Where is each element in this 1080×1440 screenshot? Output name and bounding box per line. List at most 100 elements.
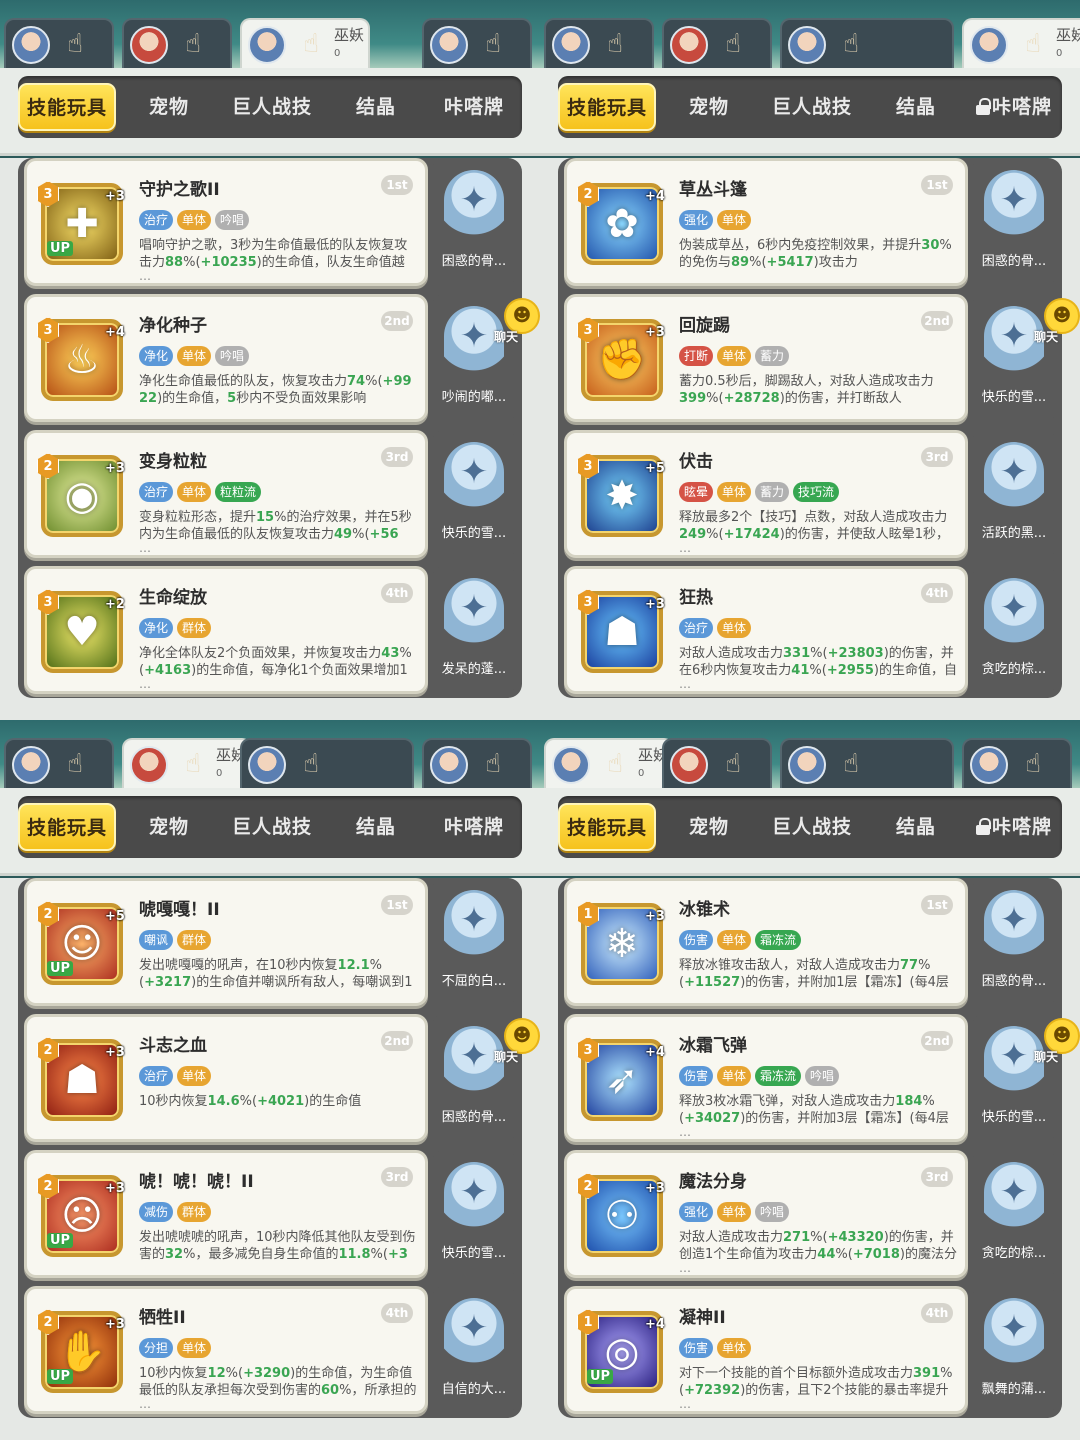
skill-card[interactable]: ◉ 2 +3 变身粒粒 3rd 治疗 单体 粒粒流 变身粒粒形态，提升15%的治疗效果，并在5秒… — [24, 430, 428, 558]
skill-plus-badge: +3 — [105, 1045, 125, 1060]
tab-0[interactable]: 技能玩具 — [558, 83, 656, 131]
chat-button[interactable]: ☻ 聊天 — [486, 298, 540, 348]
skill-card[interactable]: ✿ 2 +4 草丛斗篷 1st 强化 单体 伪装成草丛，6秒内免疫控制效果，并提升30%的免伤… — [564, 158, 968, 286]
tab-1[interactable]: 宠物 — [668, 796, 750, 858]
pet-creature-icon: ✦ — [999, 900, 1029, 940]
hand-pointer-icon: ☝ — [67, 749, 83, 779]
pet-slot[interactable]: ✦ 快乐的雪... — [432, 1150, 516, 1278]
skill-card[interactable]: ♥ 3 +2 生命绽放 4th 净化 群体 净化全体队友2个负面效果，并恢复攻击力43%(+4… — [24, 566, 428, 694]
pet-portrait: ✦ — [984, 1298, 1044, 1370]
tab-1[interactable]: 宠物 — [668, 76, 750, 138]
hand-pointer-icon: ☝ — [843, 749, 859, 779]
pet-slot[interactable]: ✦ 飘舞的蒲... — [972, 1286, 1056, 1414]
chat-button[interactable]: ☻ 聊天 — [1026, 1018, 1080, 1068]
pet-slot[interactable]: ✦ 快乐的雪... — [432, 430, 516, 558]
skill-card[interactable]: ☺ 2 +5 UP 唬嘎嘎！II 1st 嘲讽 群体 发出唬嘎嘎的吼声，在10秒内恢复12.1%… — [24, 878, 428, 1006]
tab-label: 技能玩具 — [566, 97, 647, 119]
skill-card[interactable]: ☹ 2 +3 UP 唬！唬！唬！II 3rd 减伤 群体 发出唬唬唬的吼声，10秒内降低其他队友… — [24, 1150, 428, 1278]
skill-tag: 治疗 — [139, 1066, 174, 1086]
more-ellipsis: … — [139, 1397, 151, 1411]
hero-tab[interactable]: ☝ — [662, 18, 772, 68]
tab-4[interactable]: 咔嗒牌 — [426, 76, 522, 138]
tab-3[interactable]: 结晶 — [876, 796, 956, 858]
hero-selector: ☝ ☝ 巫妖 ∞ 0 ☝ ☝ — [4, 738, 536, 788]
tab-2[interactable]: 巨人战技 — [216, 796, 328, 858]
pet-slot[interactable]: ✦ 自信的大... — [432, 1286, 516, 1414]
tab-4[interactable]: 咔嗒牌 — [426, 796, 522, 858]
skill-card[interactable]: ✋ 2 +3 UP 牺牲II 4th 分担 单体 10秒内恢复12%(+3290)的生命值，为生… — [24, 1286, 428, 1414]
hero-tab[interactable]: ☝ — [422, 18, 532, 68]
skill-card[interactable]: ◎ 1 +4 UP 凝神II 4th 伤害 单体 对下一个技能的首个目标额外造成攻击力391%(… — [564, 1286, 968, 1414]
pet-name: 不屈的白... — [441, 974, 507, 989]
hero-badge: ∞ — [349, 30, 358, 41]
skill-card[interactable]: ⚇ 2 +3 魔法分身 3rd 强化 单体 吟唱 对敌人造成攻击力271%(+43320)的伤害… — [564, 1150, 968, 1278]
tab-3[interactable]: 结晶 — [336, 796, 416, 858]
chat-button[interactable]: ☻ 聊天 — [1026, 298, 1080, 348]
hero-tab[interactable]: ☝ 巫妖 ∞ 0 — [122, 738, 252, 788]
hero-avatar — [788, 26, 826, 64]
value-highlight: 271 — [783, 1230, 811, 1245]
hero-tab[interactable]: ☝ 巫妖 ∞ 0 — [962, 18, 1080, 68]
pet-slot[interactable]: ✦ 贪吃的棕... — [972, 566, 1056, 694]
tab-4[interactable]: 咔嗒牌 — [966, 796, 1062, 858]
hero-tab[interactable]: ☝ — [4, 738, 114, 788]
tab-0[interactable]: 技能玩具 — [18, 83, 116, 131]
tab-3[interactable]: 结晶 — [876, 76, 956, 138]
hero-avatar — [430, 746, 468, 784]
tab-2[interactable]: 巨人战技 — [216, 76, 328, 138]
pet-portrait: ✦ — [444, 890, 504, 962]
tab-label: 宠物 — [688, 96, 729, 118]
pet-slot[interactable]: ✦ 活跃的黑... — [972, 430, 1056, 558]
skill-tag: 霜冻流 — [755, 1066, 802, 1086]
skill-tag: 技巧流 — [793, 482, 840, 502]
skill-plus-badge: +4 — [645, 1045, 665, 1060]
hero-tab[interactable]: ☝ — [122, 18, 232, 68]
pet-slot[interactable]: ✦ 困惑的骨... — [972, 878, 1056, 1006]
tab-1[interactable]: 宠物 — [128, 76, 210, 138]
skill-card[interactable]: ♨ 3 +4 净化种子 2nd 净化 单体 吟唱 净化生命值最低的队友，恢复攻击力74%(+99… — [24, 294, 428, 422]
hero-tab[interactable]: ☝ — [780, 18, 954, 68]
hero-tab[interactable]: ☝ — [240, 738, 414, 788]
tab-2[interactable]: 巨人战技 — [756, 796, 868, 858]
pet-slot[interactable]: ✦ 困惑的骨... — [972, 158, 1056, 286]
rank-badge: 3rd — [921, 447, 953, 467]
pet-slot[interactable]: ✦ 困惑的骨... — [432, 158, 516, 286]
tab-1[interactable]: 宠物 — [128, 796, 210, 858]
hero-tab[interactable]: ☝ — [780, 738, 954, 788]
pet-slot[interactable]: ✦ 贪吃的棕... — [972, 1150, 1056, 1278]
tab-4[interactable]: 咔嗒牌 — [966, 76, 1062, 138]
pet-slot[interactable]: ✦ 不屈的白... — [432, 878, 516, 1006]
tab-0[interactable]: 技能玩具 — [558, 803, 656, 851]
chat-label: 聊天 — [1034, 330, 1059, 344]
hero-tab[interactable]: ☝ — [962, 738, 1072, 788]
desc-text: 蓄力0.5秒后，脚踢敌人，对敌人造成攻击力 — [679, 374, 934, 389]
tab-label: 宠物 — [688, 816, 729, 838]
skill-description: 发出唬嘎嘎的吼声，在10秒内恢复12.1%(+3217)的生命值并嘲讽所有敌人，… — [139, 957, 419, 991]
pet-slot[interactable]: ✦ 发呆的蓬... — [432, 566, 516, 694]
tab-3[interactable]: 结晶 — [336, 76, 416, 138]
hero-tab[interactable]: ☝ 巫妖 ∞ 0 — [544, 738, 674, 788]
skill-card[interactable]: ☗ 3 +3 狂热 4th 治疗 单体 对敌人造成攻击力331%(+23803)的伤害，并在6… — [564, 566, 968, 694]
skill-plus-badge: +4 — [645, 1317, 665, 1332]
screen-panel: ☝ ☝ 巫妖 ∞ 0 ☝ ☝ 技能玩具 宠物 巨人战技 结晶 咔嗒牌 ☺ 2 +5 UP 唬嘎嘎！II 1st 嘲讽… — [0, 720, 540, 1440]
more-ellipsis: … — [679, 1397, 691, 1411]
hero-tab[interactable]: ☝ — [4, 18, 114, 68]
skill-tags: 强化 单体 吟唱 — [679, 1201, 793, 1222]
chat-button[interactable]: ☻ 聊天 — [486, 1018, 540, 1068]
hero-tab[interactable]: ☝ 巫妖 ∞ 0 — [240, 18, 370, 68]
skill-card[interactable]: ➶ 3 +4 冰霜飞弹 2nd 伤害 单体 霜冻流 吟唱 释放3枚冰霜飞弹，对敌人造成攻击力184… — [564, 1014, 968, 1142]
skill-list-area: ✚ 3 +3 UP 守护之歌II 1st 治疗 单体 吟唱 唱响守护之歌，3秒为生命值最低的队友恢… — [0, 158, 540, 720]
skill-card[interactable]: ☗ 2 +3 斗志之血 2nd 治疗 单体 10秒内恢复14.6%(+4021)的生命值 — [24, 1014, 428, 1142]
skill-card[interactable]: ✊ 3 +3 回旋踢 2nd 打断 单体 蓄力 蓄力0.5秒后，脚踢敌人，对敌人造成攻击力399… — [564, 294, 968, 422]
hero-tab[interactable]: ☝ — [662, 738, 772, 788]
tab-2[interactable]: 巨人战技 — [756, 76, 868, 138]
tab-0[interactable]: 技能玩具 — [18, 803, 116, 851]
skill-card[interactable]: ❄ 1 +3 冰锥术 1st 伤害 单体 霜冻流 释放冰锥攻击敌人，对敌人造成攻击力77%(+1… — [564, 878, 968, 1006]
skill-plus-badge: +3 — [645, 909, 665, 924]
tab-label: 巨人战技 — [231, 816, 312, 838]
hero-tab[interactable]: ☝ — [422, 738, 532, 788]
hero-tab[interactable]: ☝ — [544, 18, 654, 68]
skill-card[interactable]: ✸ 3 +5 伏击 3rd 眩晕 单体 蓄力 技巧流 释放最多2个【技巧】点数，对敌人造成攻击力2… — [564, 430, 968, 558]
tab-label: 结晶 — [895, 96, 936, 118]
skill-card[interactable]: ✚ 3 +3 UP 守护之歌II 1st 治疗 单体 吟唱 唱响守护之歌，3秒为生命值最低的队友恢… — [24, 158, 428, 286]
